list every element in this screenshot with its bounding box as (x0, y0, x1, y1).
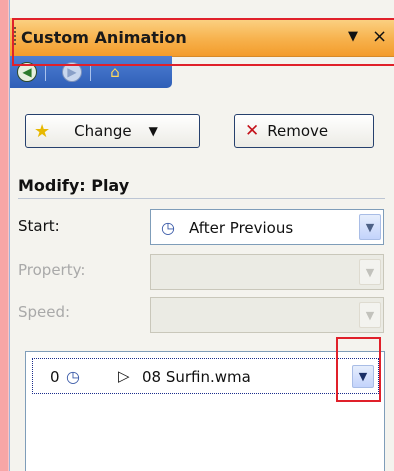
pane-navigation-bar: ◀ ▶ ⌂ (10, 56, 172, 88)
change-button-label: Change (74, 122, 132, 140)
list-item[interactable]: 0 ◷ ▷ 08 Surfin.wma ▼ (32, 358, 379, 394)
start-select-value: After Previous (189, 219, 294, 237)
modify-heading: Modify: Play (18, 176, 130, 195)
start-label: Start: (18, 217, 60, 235)
arrow-left-icon: ◀ (17, 62, 37, 82)
speed-label: Speed: (18, 303, 71, 321)
forward-button[interactable]: ▶ (61, 62, 83, 82)
chevron-down-icon: ▼ (359, 302, 381, 328)
remove-effect-button[interactable]: ✕ Remove (234, 114, 374, 148)
home-button[interactable]: ⌂ (104, 62, 126, 82)
chevron-down-icon[interactable]: ▼ (359, 214, 381, 240)
start-select[interactable]: ◷ After Previous ▼ (150, 209, 384, 245)
nav-separator (90, 65, 91, 81)
pane-menu-dropdown[interactable]: ▼ (348, 29, 358, 44)
arrow-right-icon: ▶ (62, 62, 82, 82)
property-label: Property: (18, 261, 86, 279)
left-edge-strip (0, 0, 8, 471)
animation-list: 0 ◷ ▷ 08 Surfin.wma ▼ (25, 351, 385, 471)
custom-animation-pane: Custom Animation ▼ × ◀ ▶ ⌂ ★ Change ▼ ✕ … (9, 0, 394, 471)
list-item-name: 08 Surfin.wma (142, 368, 251, 386)
nav-separator (45, 65, 46, 81)
change-effect-button[interactable]: ★ Change ▼ (25, 114, 200, 148)
chevron-down-icon: ▼ (359, 259, 381, 285)
clock-icon: ◷ (161, 218, 175, 237)
speed-select: ▼ (150, 297, 384, 333)
star-icon: ★ (34, 120, 51, 142)
back-button[interactable]: ◀ (16, 62, 38, 82)
pane-title: Custom Animation (21, 28, 187, 47)
home-icon: ⌂ (110, 63, 120, 81)
clock-icon: ◷ (66, 367, 80, 386)
remove-icon: ✕ (245, 121, 260, 141)
drag-grip[interactable] (14, 27, 16, 47)
remove-button-label: Remove (267, 122, 329, 140)
property-select: ▼ (150, 254, 384, 290)
modify-divider (18, 198, 385, 199)
chevron-down-icon: ▼ (148, 124, 158, 138)
list-item-dropdown-button[interactable]: ▼ (352, 365, 374, 388)
close-icon[interactable]: × (372, 26, 387, 47)
pane-title-bar: Custom Animation ▼ × (10, 18, 394, 57)
list-item-order: 0 (50, 368, 60, 386)
play-icon: ▷ (118, 367, 130, 385)
